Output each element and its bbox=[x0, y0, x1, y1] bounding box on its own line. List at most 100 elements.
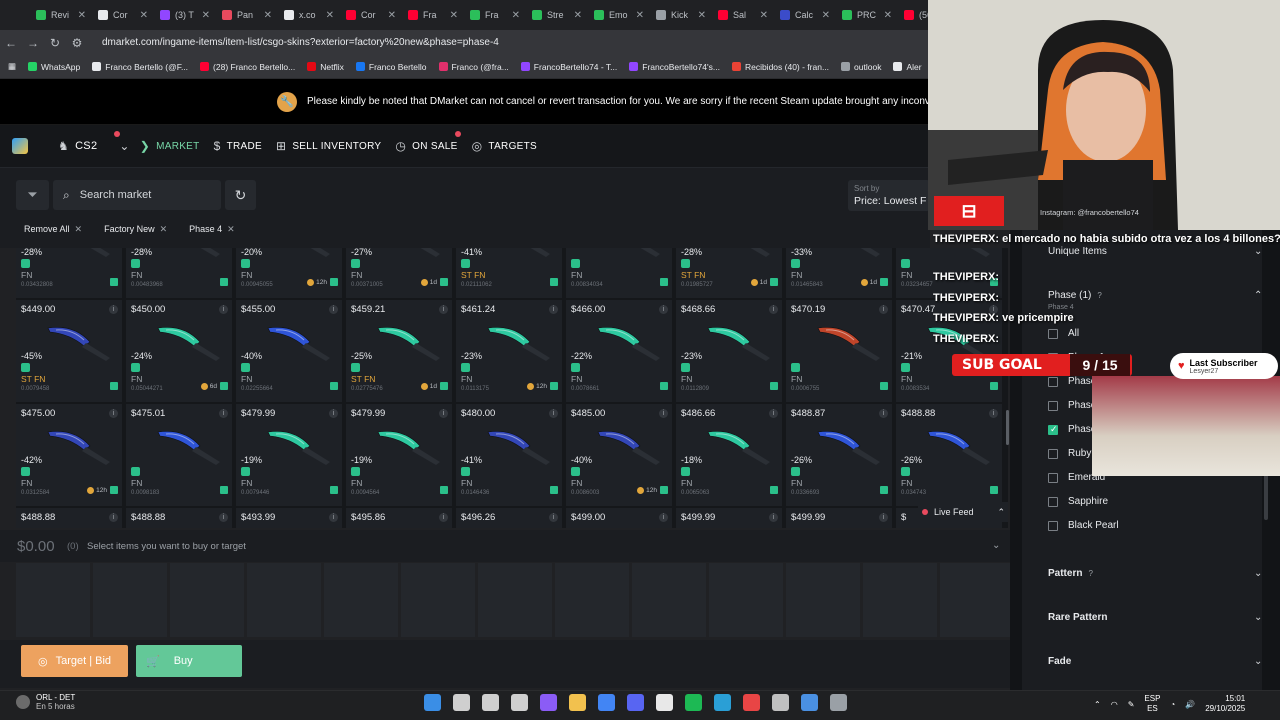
info-icon[interactable]: i bbox=[769, 513, 778, 522]
item-card[interactable]: $475.01 i FN 0.0098183 bbox=[126, 404, 234, 508]
browser-tab[interactable]: x.co ✕ bbox=[278, 0, 340, 30]
chevron-down-icon[interactable]: ⌄ bbox=[1254, 656, 1262, 667]
close-tab-icon[interactable]: ✕ bbox=[636, 10, 644, 21]
forward-icon[interactable]: → bbox=[22, 36, 44, 50]
checkbox[interactable] bbox=[1048, 472, 1058, 483]
clock[interactable]: 15:01 29/10/2025 bbox=[1205, 694, 1245, 714]
close-tab-icon[interactable]: ✕ bbox=[450, 10, 458, 21]
item-card[interactable]: $459.21 i -25% ST FN 0.02775476 1d bbox=[346, 300, 454, 404]
chip-remove-all[interactable]: Remove All ✕ bbox=[16, 221, 91, 238]
browser-tab[interactable]: Emo ✕ bbox=[588, 0, 650, 30]
bookmark-item[interactable]: outlook bbox=[841, 62, 881, 72]
info-icon[interactable]: i bbox=[769, 305, 778, 314]
taskbar-app-icon[interactable] bbox=[453, 694, 470, 711]
info-icon[interactable]: i bbox=[989, 409, 998, 418]
site-info-icon[interactable]: ⚙ bbox=[66, 36, 88, 50]
taskbar-app-icon[interactable] bbox=[569, 694, 586, 711]
info-icon[interactable]: i bbox=[439, 409, 448, 418]
info-icon[interactable]: i bbox=[329, 305, 338, 314]
item-card[interactable]: $479.99 i -19% FN 0.0079446 bbox=[236, 404, 344, 508]
taskbar-app-icon[interactable] bbox=[830, 694, 847, 711]
item-card[interactable]: -27% FN 0.00371005 1d bbox=[346, 248, 454, 300]
item-card[interactable]: $450.00 i -24% FN 0.05044271 6d bbox=[126, 300, 234, 404]
tray-chevron-icon[interactable]: ⌃ bbox=[1094, 700, 1101, 709]
bookmark-item[interactable]: FrancoBertello74 - T... bbox=[520, 62, 617, 72]
language-indicator[interactable]: ESP ES bbox=[1144, 694, 1160, 714]
info-icon[interactable]: i bbox=[549, 513, 558, 522]
item-card[interactable]: $496.26 i bbox=[456, 508, 564, 528]
checkbox[interactable] bbox=[1048, 376, 1058, 387]
bookmark-item[interactable]: Franco Bertello (@F... bbox=[92, 62, 188, 72]
info-icon[interactable]: i bbox=[879, 409, 888, 418]
pattern-filter[interactable]: Pattern? bbox=[1048, 568, 1093, 579]
item-card[interactable]: -28% ST FN 0.01985727 1d bbox=[676, 248, 784, 300]
close-tab-icon[interactable]: ✕ bbox=[388, 10, 396, 21]
info-icon[interactable]: i bbox=[879, 513, 888, 522]
item-card[interactable]: $488.88 i -26% FN 0.034743 bbox=[896, 404, 1004, 508]
item-card[interactable]: $480.00 i -41% FN 0.0146436 bbox=[456, 404, 564, 508]
info-icon[interactable]: i bbox=[439, 513, 448, 522]
reload-icon[interactable]: ↻ bbox=[44, 36, 66, 50]
weather-widget[interactable]: ORL - DET En 5 horas bbox=[16, 693, 75, 711]
live-feed-toggle[interactable]: Live Feed ⌃ bbox=[918, 502, 1008, 522]
apps-icon[interactable]: ▦ bbox=[8, 61, 16, 72]
item-card[interactable]: $461.24 i -23% FN 0.0113175 12h bbox=[456, 300, 564, 404]
filter-toggle-icon[interactable]: ⏷ bbox=[16, 180, 49, 210]
item-card[interactable]: $449.00 i -45% ST FN 0.0079458 bbox=[16, 300, 124, 404]
bookmark-item[interactable]: Franco Bertello bbox=[355, 62, 427, 72]
item-card[interactable]: $499.99 i bbox=[786, 508, 894, 528]
browser-tab[interactable]: Fra ✕ bbox=[464, 0, 526, 30]
nav-market[interactable]: ❯ MARKET bbox=[140, 139, 200, 153]
info-icon[interactable]: i bbox=[329, 409, 338, 418]
item-card[interactable]: $486.66 i -18% FN 0.0065063 bbox=[676, 404, 784, 508]
dmarket-logo[interactable] bbox=[12, 138, 28, 154]
rare-pattern-filter[interactable]: Rare Pattern bbox=[1048, 612, 1107, 623]
bookmark-item[interactable]: Franco (@fra... bbox=[438, 62, 509, 72]
bookmark-item[interactable]: Aler bbox=[893, 62, 922, 72]
taskbar-app-icon[interactable] bbox=[598, 694, 615, 711]
taskbar-app-icon[interactable] bbox=[482, 694, 499, 711]
taskbar-app-icon[interactable] bbox=[627, 694, 644, 711]
url-field[interactable]: dmarket.com/ingame-items/item-list/csgo-… bbox=[102, 37, 499, 48]
item-card[interactable]: $468.66 i -23% FN 0.0112809 bbox=[676, 300, 784, 404]
taskbar-app-icon[interactable] bbox=[424, 694, 441, 711]
nav-trade[interactable]: $ TRADE bbox=[214, 139, 262, 153]
info-icon[interactable]: i bbox=[109, 513, 118, 522]
sort-select[interactable]: Sort by Price: Lowest F bbox=[848, 180, 930, 211]
browser-tab[interactable]: Calc ✕ bbox=[774, 0, 836, 30]
search-input[interactable]: ⌕ Search market bbox=[53, 180, 221, 210]
wifi-icon[interactable]: ◔ bbox=[1170, 700, 1175, 709]
phase-option[interactable]: Ruby bbox=[1048, 448, 1091, 459]
taskbar-app-icon[interactable] bbox=[511, 694, 528, 711]
pen-icon[interactable]: ✎ bbox=[1128, 700, 1135, 709]
item-card[interactable]: $495.86 i bbox=[346, 508, 454, 528]
info-icon[interactable]: i bbox=[659, 305, 668, 314]
checkbox[interactable] bbox=[1048, 520, 1058, 531]
fade-filter[interactable]: Fade bbox=[1048, 656, 1071, 667]
grid-scrollbar[interactable] bbox=[1006, 410, 1009, 445]
chip-phase-4[interactable]: Phase 4 ✕ bbox=[181, 221, 243, 238]
item-card[interactable]: $455.00 i -40% FN 0.02255664 bbox=[236, 300, 344, 404]
info-icon[interactable]: i bbox=[329, 513, 338, 522]
browser-tab[interactable]: Cor ✕ bbox=[340, 0, 402, 30]
network-icon[interactable]: ◠ bbox=[1111, 700, 1118, 709]
info-icon[interactable]: i bbox=[219, 409, 228, 418]
refresh-icon[interactable]: ↻ bbox=[225, 180, 256, 210]
item-card[interactable]: -41% ST FN 0.02111062 bbox=[456, 248, 564, 300]
info-icon[interactable]: i bbox=[109, 305, 118, 314]
game-selector[interactable]: ♞ CS2 ⌄ bbox=[58, 131, 130, 153]
checkbox[interactable] bbox=[1048, 400, 1058, 411]
browser-tab[interactable]: Pan ✕ bbox=[216, 0, 278, 30]
chevron-down-icon[interactable]: ⌄ bbox=[1254, 612, 1262, 623]
close-tab-icon[interactable]: ✕ bbox=[78, 10, 86, 21]
item-card[interactable]: $485.00 i -40% FN 0.0086003 12h bbox=[566, 404, 674, 508]
browser-tab[interactable]: Kick ✕ bbox=[650, 0, 712, 30]
checkbox[interactable] bbox=[1048, 424, 1058, 435]
back-icon[interactable]: ← bbox=[0, 36, 22, 50]
phase-option[interactable]: Black Pearl bbox=[1048, 520, 1119, 531]
item-card[interactable]: -28% FN 0.03432808 bbox=[16, 248, 124, 300]
close-tab-icon[interactable]: ✕ bbox=[884, 10, 892, 21]
item-card[interactable]: $499.99 i bbox=[676, 508, 784, 528]
checkbox[interactable] bbox=[1048, 448, 1058, 459]
close-tab-icon[interactable]: ✕ bbox=[698, 10, 706, 21]
